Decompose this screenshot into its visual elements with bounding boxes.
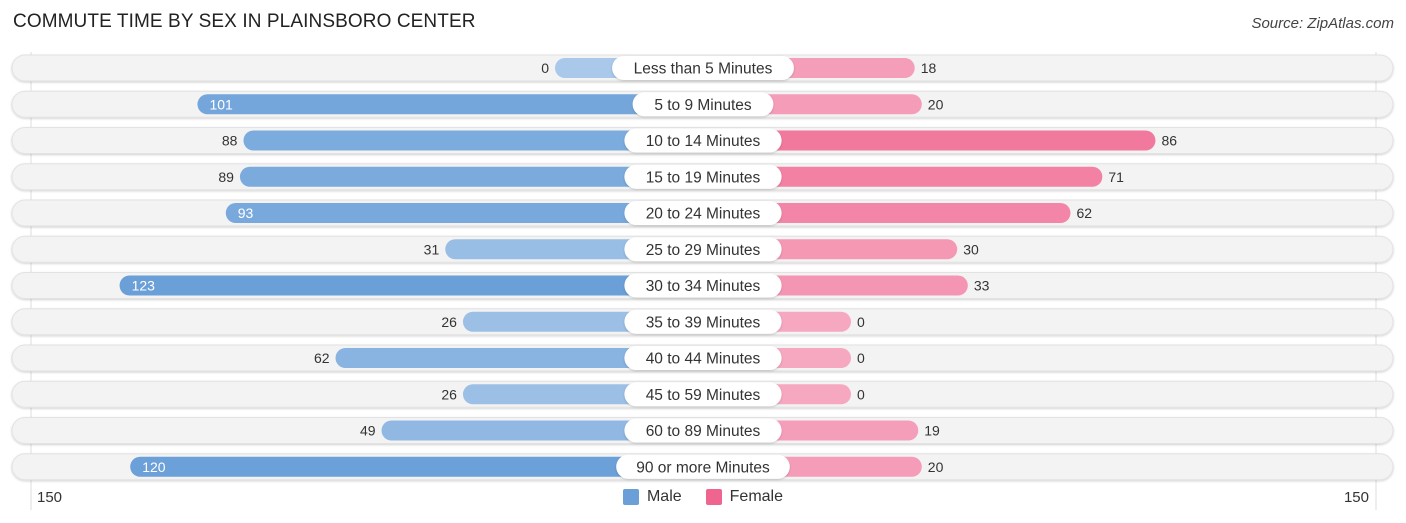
male-value-label: 49 [360, 423, 376, 439]
category-label: 40 to 44 Minutes [646, 351, 761, 368]
legend-swatch-female [705, 489, 722, 505]
legend-label-female: Female [729, 488, 784, 505]
female-value-label: 71 [1108, 169, 1124, 185]
category-label: 15 to 19 Minutes [646, 169, 761, 186]
male-value-label: 89 [218, 169, 234, 185]
category-label: 35 to 39 Minutes [646, 314, 761, 331]
legend-swatch-male [622, 489, 639, 505]
female-value-label: 19 [924, 423, 940, 439]
category-label: 45 to 59 Minutes [646, 387, 761, 404]
category-label: 20 to 24 Minutes [646, 206, 761, 223]
category-label: 25 to 29 Minutes [646, 242, 761, 259]
female-value-label: 33 [974, 278, 990, 294]
male-value-label: 101 [209, 96, 233, 112]
male-value-label: 0 [541, 60, 549, 76]
female-value-label: 0 [857, 350, 865, 366]
female-value-label: 30 [963, 241, 979, 257]
male-bar [197, 94, 703, 115]
female-value-label: 62 [1076, 205, 1092, 221]
female-value-label: 20 [928, 459, 944, 475]
legend-item-male: Male [622, 488, 682, 506]
category-label: 10 to 14 Minutes [646, 133, 761, 150]
male-value-label: 93 [238, 205, 254, 221]
category-label: Less than 5 Minutes [634, 61, 773, 78]
legend: Male Female [0, 488, 1406, 506]
legend-label-male: Male [646, 488, 682, 505]
category-label: 5 to 9 Minutes [654, 97, 752, 114]
category-label: 90 or more Minutes [636, 459, 770, 476]
legend-item-female: Female [705, 488, 784, 506]
chart-canvas: 0 18 Less than 5 Minutes 101 20 5 to 9 Minute… [11, 52, 1394, 510]
female-value-label: 18 [921, 60, 937, 76]
category-label: 60 to 89 Minutes [646, 423, 761, 440]
female-value-label: 20 [928, 96, 944, 112]
male-value-label: 26 [441, 314, 457, 330]
male-value-label: 88 [222, 133, 238, 149]
male-value-label: 62 [314, 350, 330, 366]
female-value-label: 0 [857, 314, 865, 330]
male-value-label: 120 [142, 459, 166, 475]
male-value-label: 26 [441, 386, 457, 402]
male-value-label: 123 [132, 278, 156, 294]
female-value-label: 86 [1161, 133, 1177, 149]
male-bar [119, 275, 703, 296]
female-value-label: 0 [857, 386, 865, 402]
male-value-label: 31 [424, 241, 440, 257]
category-label: 30 to 34 Minutes [646, 278, 761, 295]
